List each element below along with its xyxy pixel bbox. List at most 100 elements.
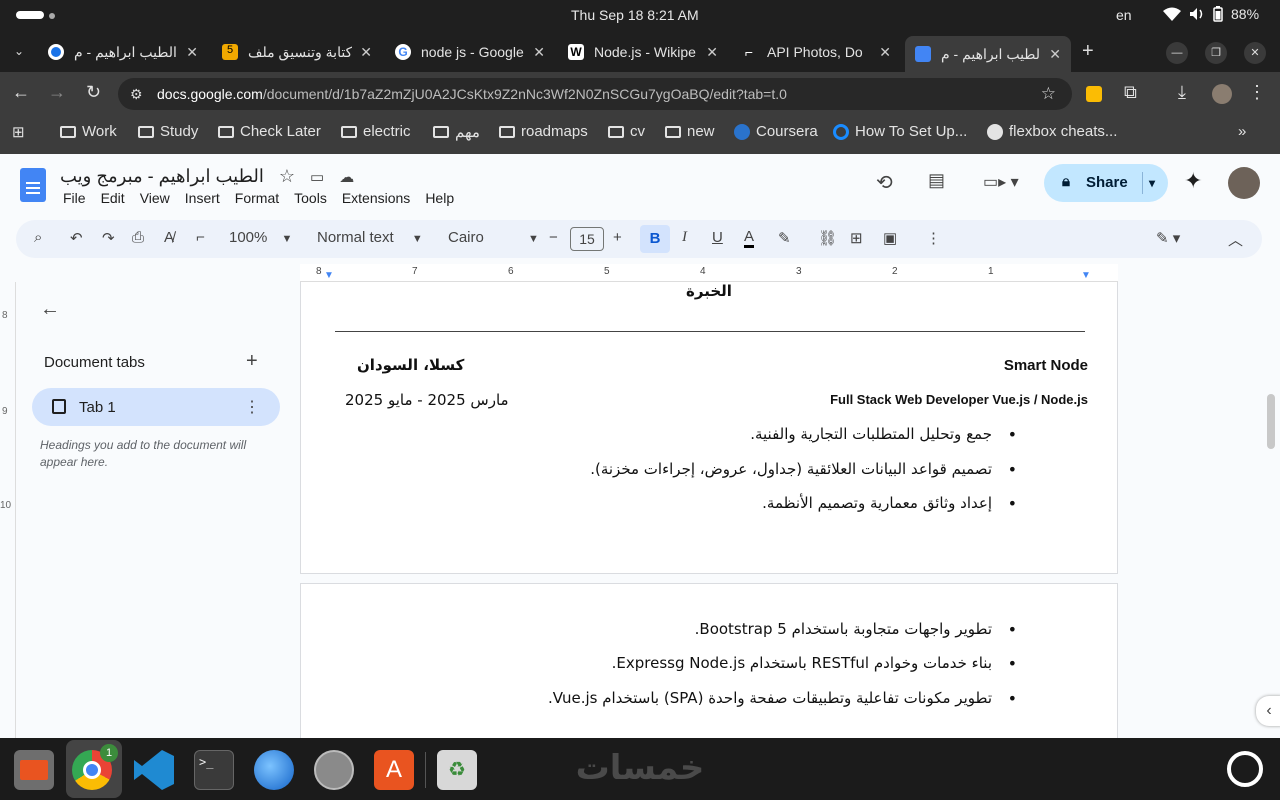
indent-marker-icon[interactable]: ▼ bbox=[324, 270, 334, 281]
vertical-ruler[interactable]: 8 9 10 bbox=[0, 282, 16, 738]
menu-format[interactable]: Format bbox=[235, 190, 279, 206]
highlight-icon[interactable]: ✎ bbox=[778, 229, 791, 247]
profile-avatar[interactable] bbox=[1212, 84, 1232, 104]
minimize-button[interactable]: — bbox=[1166, 42, 1188, 64]
bookmark-star-icon[interactable]: ☆ bbox=[1041, 78, 1056, 110]
close-icon[interactable]: ✕ bbox=[1049, 46, 1061, 63]
close-icon[interactable]: ✕ bbox=[706, 44, 718, 61]
editing-mode-icon[interactable]: ✎ ▾ bbox=[1156, 229, 1180, 247]
system-tray[interactable]: 88% bbox=[1163, 6, 1259, 22]
bookmark-link[interactable]: How To Set Up... bbox=[833, 123, 967, 140]
ubuntu-icon[interactable] bbox=[1227, 751, 1263, 787]
thunderbird-icon[interactable] bbox=[254, 750, 294, 790]
bookmark-folder[interactable]: مهم bbox=[433, 123, 480, 141]
collapse-toolbar-icon[interactable]: ︿ bbox=[1228, 229, 1243, 250]
browser-tab-active[interactable]: الطيب ابراهيم - م ✕ bbox=[905, 36, 1071, 72]
account-avatar[interactable] bbox=[1228, 167, 1260, 199]
close-icon[interactable]: ✕ bbox=[533, 44, 545, 61]
terminal-icon[interactable]: >_ bbox=[194, 750, 234, 790]
bold-button[interactable]: B bbox=[640, 225, 670, 253]
increase-size-icon[interactable]: + bbox=[613, 229, 622, 246]
menu-insert[interactable]: Insert bbox=[185, 190, 220, 206]
bookmark-folder[interactable]: electric bbox=[341, 123, 411, 140]
move-folder-icon[interactable]: ▭ bbox=[310, 169, 324, 186]
style-select[interactable]: Normal text ▼ bbox=[317, 229, 423, 246]
menu-file[interactable]: File bbox=[63, 190, 86, 206]
browser-tab[interactable]: W Node.js - Wikipe ✕ bbox=[558, 36, 728, 68]
close-window-button[interactable]: ✕ bbox=[1244, 42, 1266, 64]
bookmark-folder[interactable]: new bbox=[665, 123, 715, 140]
bookmark-folder[interactable]: Check Later bbox=[218, 123, 321, 140]
zoom-select[interactable]: 100% ▼ bbox=[229, 229, 292, 246]
undo-icon[interactable]: ↶ bbox=[70, 229, 83, 247]
clock-icon[interactable] bbox=[314, 750, 354, 790]
document-page[interactable]: الخبرة Smart Node كسلا، السودان Full Sta… bbox=[300, 282, 1118, 574]
tab-options-icon[interactable]: ⋮ bbox=[244, 397, 260, 417]
comments-icon[interactable]: ▤ bbox=[928, 170, 945, 191]
bookmark-link[interactable]: Coursera bbox=[734, 123, 818, 140]
maximize-button[interactable]: ❐ bbox=[1205, 42, 1227, 64]
add-comment-icon[interactable]: ⊞ bbox=[850, 229, 863, 247]
workspace-indicator[interactable] bbox=[16, 11, 44, 19]
italic-button[interactable]: I bbox=[682, 229, 687, 246]
redo-icon[interactable]: ↷ bbox=[102, 229, 115, 247]
site-info-icon[interactable]: ⚙ bbox=[130, 78, 143, 110]
clock[interactable]: Thu Sep 18 8:21 AM bbox=[571, 7, 699, 23]
appcenter-icon[interactable]: A bbox=[374, 750, 414, 790]
trash-icon[interactable]: ♻ bbox=[437, 750, 477, 790]
share-dropdown-icon[interactable]: ▾ bbox=[1142, 172, 1155, 194]
tab-search-button[interactable]: ⌄ bbox=[14, 44, 24, 58]
menu-extensions[interactable]: Extensions bbox=[342, 190, 410, 206]
document-page[interactable]: تطوير واجهات متجاوبة باستخدام Bootstrap … bbox=[300, 583, 1118, 753]
bookmark-folder[interactable]: Work bbox=[60, 123, 117, 140]
meet-icon[interactable]: ▭▸ ▾ bbox=[983, 172, 1019, 192]
decrease-size-icon[interactable]: − bbox=[549, 229, 558, 246]
new-tab-button[interactable]: + bbox=[1082, 40, 1094, 63]
bookmark-folder[interactable]: roadmaps bbox=[499, 123, 588, 140]
star-icon[interactable]: ☆ bbox=[279, 166, 295, 186]
docs-logo-icon[interactable] bbox=[20, 168, 46, 202]
menu-view[interactable]: View bbox=[140, 190, 170, 206]
sidebar-item-tab-1[interactable]: Tab 1 ⋮ bbox=[32, 388, 280, 426]
link-icon[interactable]: ⛓ bbox=[818, 229, 837, 247]
language-indicator[interactable]: en bbox=[1116, 7, 1132, 23]
download-icon[interactable]: ⤓ bbox=[1178, 82, 1186, 103]
vscode-icon[interactable] bbox=[134, 750, 174, 790]
expand-side-panel-icon[interactable]: ‹ bbox=[1256, 696, 1280, 726]
bookmark-folder[interactable]: Study bbox=[138, 123, 198, 140]
close-icon[interactable]: ✕ bbox=[186, 44, 198, 61]
font-select[interactable]: Cairo ▼ bbox=[448, 229, 539, 246]
indent-marker-icon[interactable]: ▼ bbox=[1081, 270, 1091, 281]
gemini-icon[interactable]: ✦ bbox=[1184, 168, 1202, 194]
print-icon[interactable]: ⎙ bbox=[132, 229, 144, 246]
bookmarks-overflow-icon[interactable]: » bbox=[1238, 123, 1246, 140]
menu-edit[interactable]: Edit bbox=[101, 190, 125, 206]
font-size-input[interactable]: 15 bbox=[570, 227, 604, 251]
horizontal-ruler[interactable]: 8 7 6 5 4 3 2 1 ▼ ▼ bbox=[300, 264, 1118, 282]
forward-icon[interactable]: → bbox=[48, 82, 66, 103]
browser-tab[interactable]: 5 كتابة وتنسيق ملف ✕ bbox=[212, 36, 382, 68]
text-color-icon[interactable]: A bbox=[744, 229, 755, 248]
workspace-dot[interactable] bbox=[49, 13, 55, 19]
bookmark-link[interactable]: flexbox cheats... bbox=[987, 123, 1117, 140]
spellcheck-icon[interactable]: A̸ bbox=[164, 229, 174, 246]
close-icon[interactable]: ✕ bbox=[879, 44, 891, 61]
menu-help[interactable]: Help bbox=[425, 190, 454, 206]
back-icon[interactable]: ← bbox=[12, 82, 30, 103]
scrollbar[interactable] bbox=[1267, 394, 1275, 449]
cloud-status-icon[interactable]: ☁ bbox=[339, 169, 354, 186]
underline-button[interactable]: U bbox=[712, 229, 723, 246]
browser-tab[interactable]: ⌐ API Photos, Do ✕ bbox=[731, 36, 901, 68]
more-options-icon[interactable]: ⋮ bbox=[926, 229, 941, 247]
address-bar[interactable]: ⚙ docs.google.com/document/d/1b7aZ2mZjU0… bbox=[118, 78, 1072, 110]
files-icon[interactable] bbox=[14, 750, 54, 790]
search-menus-icon[interactable]: ⌕ bbox=[34, 229, 42, 246]
apps-grid-icon[interactable]: ⊞ bbox=[12, 123, 25, 141]
menu-tools[interactable]: Tools bbox=[294, 190, 327, 206]
add-tab-icon[interactable]: + bbox=[246, 350, 258, 373]
bookmark-folder[interactable]: cv bbox=[608, 123, 645, 140]
more-menu-icon[interactable]: ⋮ bbox=[1248, 82, 1266, 103]
browser-tab[interactable]: G node js - Google ✕ bbox=[385, 36, 555, 68]
insert-image-icon[interactable]: ▣ bbox=[883, 229, 897, 247]
reload-icon[interactable]: ↻ bbox=[86, 82, 101, 103]
